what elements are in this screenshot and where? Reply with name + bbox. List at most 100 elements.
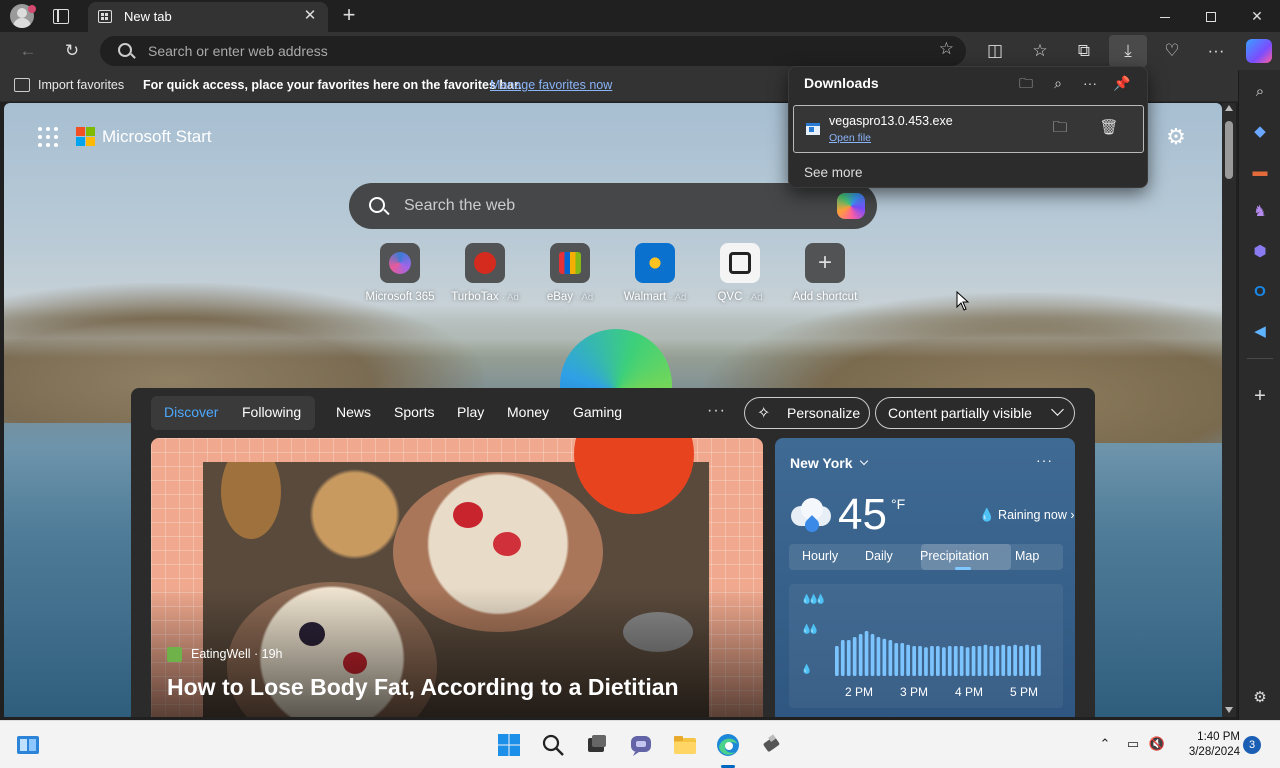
open-file-link[interactable]: Open file (829, 132, 871, 144)
restore-button[interactable] (1188, 0, 1234, 32)
favorites-bar-message: For quick access, place your favorites h… (143, 78, 522, 92)
search-icon[interactable]: ⌕ (1250, 82, 1270, 102)
scroll-thumb[interactable] (1225, 121, 1233, 179)
shortcut-qvc[interactable]: QVC · Ad (697, 243, 783, 307)
web-search-input[interactable]: Search the web (404, 197, 515, 215)
start-windows-icon[interactable] (497, 733, 521, 757)
show-hidden-icons-chevron-icon[interactable]: ⌃ (1096, 735, 1114, 753)
precipitation-bar (846, 640, 851, 676)
teams-chat-icon[interactable] (629, 733, 653, 757)
personalize-label: Personalize (787, 405, 861, 421)
downloads-icon[interactable]: ⤓ (1116, 39, 1140, 63)
news-card[interactable]: EatingWell · 19h How to Lose Body Fat, A… (151, 438, 763, 717)
add-favorite-star-icon[interactable]: ☆ (939, 39, 954, 59)
search-icon[interactable] (541, 733, 565, 757)
precipitation-bar (1025, 644, 1029, 676)
refresh-button[interactable]: ↻ (60, 39, 84, 63)
tools-briefcase-icon[interactable]: ▬ (1250, 162, 1270, 182)
content-visibility-dropdown[interactable]: Content partially visible (875, 397, 1075, 429)
search-downloads-icon[interactable]: ⌕ (1048, 73, 1068, 93)
weather-city[interactable]: New York (790, 455, 853, 471)
manage-favorites-link[interactable]: Manage favorites now (490, 78, 612, 92)
close-tab-icon[interactable]: ✕ (302, 8, 318, 24)
microsoft-365-icon[interactable]: ⬢ (1250, 242, 1270, 262)
import-favorites-link[interactable]: Import favorites (38, 78, 124, 92)
tab-hourly[interactable]: Hourly (802, 549, 838, 563)
file-explorer-icon[interactable] (673, 733, 697, 757)
close-window-button[interactable]: ✕ (1234, 0, 1280, 32)
nav-play[interactable]: Play (457, 404, 484, 420)
precipitation-bar (912, 646, 916, 676)
app-launcher-icon[interactable] (38, 127, 58, 147)
temperature-unit[interactable]: °F (891, 496, 905, 512)
tab-precipitation[interactable]: Precipitation (920, 549, 989, 563)
see-more-link[interactable]: See more (804, 165, 863, 180)
add-sidebar-app-icon[interactable]: + (1250, 386, 1270, 406)
tab-map[interactable]: Map (1015, 549, 1039, 563)
copilot-icon[interactable] (1246, 39, 1272, 63)
microsoft-start-brand[interactable]: Microsoft Start (102, 127, 212, 147)
more-options-icon[interactable]: ··· (1080, 73, 1100, 93)
download-filename: vegaspro13.0.453.exe (829, 114, 953, 128)
page-scrollbar[interactable] (1222, 103, 1236, 717)
open-downloads-folder-icon[interactable]: 🗀 (1016, 73, 1036, 93)
copilot-icon[interactable] (837, 193, 865, 219)
address-input[interactable]: Search or enter web address (148, 43, 328, 59)
new-tab-button[interactable]: + (338, 4, 360, 26)
task-view-icon[interactable] (585, 733, 609, 757)
nav-gaming[interactable]: Gaming (573, 404, 622, 420)
tab-title: New tab (124, 9, 172, 24)
article-title[interactable]: How to Lose Body Fat, According to a Die… (167, 674, 679, 701)
minimize-button[interactable] (1142, 0, 1188, 32)
volume-icon[interactable]: 🔇 (1148, 735, 1166, 753)
page-settings-gear-icon[interactable]: ⚙ (1164, 125, 1188, 149)
favorites-icon[interactable]: ☆ (1028, 39, 1052, 63)
browser-essentials-icon[interactable]: ♡ (1160, 39, 1184, 63)
show-in-folder-icon[interactable]: 🗀 (1050, 118, 1070, 138)
pin-icon[interactable]: 📌 (1112, 73, 1132, 93)
shopping-tag-icon[interactable]: ◆ (1250, 122, 1270, 142)
address-bar[interactable]: Search or enter web address ☆ (100, 36, 966, 66)
tab-actions-menu-icon[interactable] (50, 6, 70, 26)
tab-following[interactable]: Following (242, 404, 301, 420)
back-button[interactable]: ← (16, 39, 40, 63)
settings-more-icon[interactable]: ··· (1204, 39, 1228, 63)
network-icon[interactable]: ▭ (1124, 735, 1142, 753)
games-icon[interactable]: ♞ (1250, 202, 1270, 222)
microsoft-365-icon (389, 252, 411, 274)
tab-new-tab[interactable]: New tab ✕ (88, 2, 328, 32)
weather-card[interactable]: New York ··· 45 °F 💧 Raining now › Hourl… (775, 438, 1075, 717)
drop-icon[interactable]: ◀ (1250, 322, 1270, 342)
outlook-icon[interactable]: O (1250, 282, 1270, 302)
widgets-icon[interactable] (16, 733, 40, 757)
split-screen-icon[interactable]: ◫ (983, 39, 1007, 63)
download-item[interactable]: vegaspro13.0.453.exe Open file 🗀 🗑 (793, 105, 1144, 153)
walmart-tile (635, 243, 675, 283)
tab-discover[interactable]: Discover (164, 404, 218, 420)
shortcut-add[interactable]: + Add shortcut (782, 243, 868, 307)
nav-money[interactable]: Money (507, 404, 549, 420)
scroll-up-arrow-icon[interactable] (1225, 105, 1233, 111)
more-nav-icon[interactable]: ··· (707, 402, 726, 420)
scroll-down-arrow-icon[interactable] (1225, 707, 1233, 713)
weather-condition[interactable]: 💧 Raining now › (979, 508, 1074, 523)
tab-daily[interactable]: Daily (865, 549, 893, 563)
nav-news[interactable]: News (336, 404, 371, 420)
sidebar-settings-gear-icon[interactable]: ⚙ (1250, 688, 1270, 708)
delete-trash-icon[interactable]: 🗑 (1099, 118, 1119, 138)
chevron-down-icon[interactable] (859, 456, 869, 466)
system-clock[interactable]: 1:40 PM 3/28/2024 (1180, 730, 1240, 760)
web-search-box[interactable]: Search the web (349, 183, 877, 229)
shortcut-microsoft-365[interactable]: Microsoft 365 (357, 243, 443, 307)
edge-browser-icon[interactable] (716, 733, 740, 757)
shortcut-ebay[interactable]: eBay · Ad (527, 243, 613, 307)
collections-icon[interactable]: ⧉ (1072, 39, 1096, 63)
shortcut-walmart[interactable]: Walmart · Ad (612, 243, 698, 307)
usb-drive-icon[interactable] (760, 733, 784, 757)
shortcut-turbotax[interactable]: TurboTax · Ad (442, 243, 528, 307)
personalize-button[interactable]: ✧ Personalize (744, 397, 870, 429)
weather-more-icon[interactable]: ··· (1036, 452, 1053, 468)
nav-sports[interactable]: Sports (394, 404, 434, 420)
notification-badge[interactable]: 3 (1243, 736, 1261, 754)
precipitation-bar (918, 646, 922, 676)
